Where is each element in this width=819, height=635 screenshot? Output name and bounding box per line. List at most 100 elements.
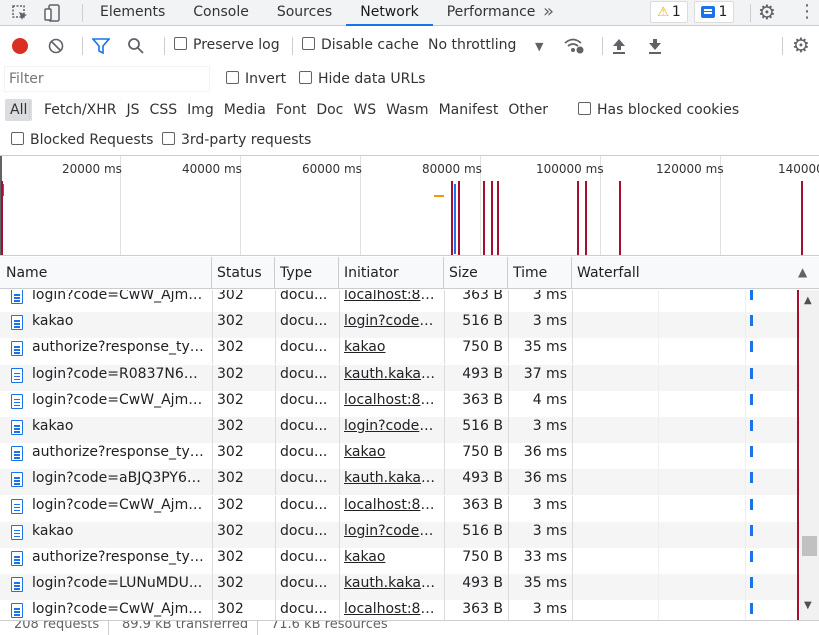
search-icon[interactable] (127, 37, 145, 55)
settings-gear-icon[interactable]: ⚙ (758, 2, 776, 22)
table-row[interactable]: kakao 302 docu... login?code=... 516 B 3 ms (0, 417, 800, 443)
column-divider (444, 290, 445, 312)
type-filter-fetch-xhr[interactable]: Fetch/XHR (39, 99, 122, 121)
has-blocked-cookies-checkbox[interactable]: Has blocked cookies (578, 102, 739, 118)
hide-data-urls-check[interactable] (299, 71, 312, 84)
request-initiator[interactable]: kauth.kakao.... (344, 574, 438, 600)
request-initiator[interactable]: localhost:80... (344, 290, 438, 312)
disable-cache-checkbox[interactable]: Disable cache (302, 37, 419, 53)
export-har-icon[interactable] (648, 38, 662, 54)
table-row[interactable]: kakao 302 docu... login?code=... 516 B 3 ms (0, 312, 800, 339)
preserve-log-check[interactable] (174, 37, 187, 50)
issues-badge[interactable]: 1 (694, 1, 734, 23)
tab-console[interactable]: Console (179, 0, 263, 26)
overview-load-marker (451, 181, 453, 255)
col-name-header[interactable]: Name (0, 257, 212, 288)
invert-checkbox[interactable]: Invert (226, 71, 286, 87)
filter-input[interactable] (4, 66, 210, 92)
request-initiator[interactable]: login?code=... (344, 312, 438, 338)
request-size: 493 B (462, 365, 503, 382)
inspect-element-icon[interactable] (10, 4, 30, 22)
has-blocked-cookies-check[interactable] (578, 102, 591, 115)
record-button[interactable] (12, 38, 28, 54)
column-divider (508, 312, 509, 339)
type-filter-manifest[interactable]: Manifest (434, 99, 504, 121)
invert-check[interactable] (226, 71, 239, 84)
request-initiator[interactable]: login?code=... (344, 522, 438, 548)
device-toolbar-icon[interactable] (44, 4, 64, 22)
preserve-log-checkbox[interactable]: Preserve log (174, 37, 280, 53)
type-filter-font[interactable]: Font (271, 99, 311, 121)
document-icon (11, 420, 23, 435)
request-initiator[interactable]: kakao (344, 548, 438, 574)
request-name: authorize?response_typ... (32, 339, 204, 356)
table-row[interactable]: kakao 302 docu... login?code=... 516 B 3 ms (0, 521, 800, 548)
requests-scrollbar[interactable]: ▲ ▼ (800, 290, 819, 620)
table-row[interactable]: login?code=aBJQ3PY6H... 302 docu... kauth.k… (0, 469, 800, 496)
third-party-requests-checkbox[interactable]: 3rd-party requests (162, 132, 311, 148)
request-initiator[interactable]: localhost:80... (344, 600, 438, 620)
table-row[interactable]: login?code=CwW_Ajmq... 302 docu... localhos… (0, 290, 800, 312)
col-status-header[interactable]: Status (212, 257, 275, 288)
request-initiator[interactable]: kauth.kakao.... (344, 469, 438, 495)
tab-network[interactable]: Network (346, 0, 433, 26)
table-row[interactable]: login?code=R0837N6Q... 302 docu... kauth.ka… (0, 364, 800, 391)
request-initiator[interactable]: localhost:80... (344, 391, 438, 417)
type-filter-css[interactable]: CSS (145, 99, 183, 121)
scroll-up-arrow[interactable]: ▲ (804, 295, 812, 306)
overview-load-marker (497, 181, 499, 255)
more-options-icon[interactable]: ⋮ (798, 2, 816, 22)
request-initiator[interactable]: localhost:80... (344, 496, 438, 522)
filter-funnel-icon[interactable] (91, 38, 111, 55)
document-icon (11, 367, 23, 383)
third-party-requests-check[interactable] (162, 132, 175, 145)
request-initiator[interactable]: kakao (344, 443, 438, 469)
request-initiator[interactable]: kauth.kakao.... (344, 365, 438, 391)
table-row[interactable]: authorize?response_typ... 302 docu... kakao… (0, 443, 800, 470)
sort-ascending-icon[interactable]: ▲ (798, 265, 807, 279)
throttling-select[interactable]: No throttling (428, 37, 516, 53)
scroll-down-arrow[interactable]: ▼ (804, 600, 812, 611)
blocked-requests-checkbox[interactable]: Blocked Requests (11, 132, 153, 148)
table-row[interactable]: authorize?response_typ... 302 docu... kakao… (0, 338, 800, 365)
request-size: 516 B (462, 313, 503, 330)
col-initiator-label: Initiator (344, 265, 399, 281)
hide-data-urls-checkbox[interactable]: Hide data URLs (299, 71, 425, 87)
tab-sources[interactable]: Sources (263, 0, 346, 26)
type-filter-wasm[interactable]: Wasm (381, 99, 433, 121)
blocked-requests-check[interactable] (11, 132, 24, 145)
tab-elements[interactable]: Elements (86, 0, 179, 26)
type-filter-other[interactable]: Other (503, 99, 553, 121)
waterfall-bar (750, 524, 753, 536)
warnings-badge[interactable]: ⚠ 1 (650, 1, 688, 23)
type-filter-doc[interactable]: Doc (311, 99, 348, 121)
request-status: 302 (217, 470, 244, 487)
scrollbar-thumb[interactable] (802, 536, 817, 556)
network-conditions-icon[interactable] (563, 37, 585, 55)
type-filter-media[interactable]: Media (219, 99, 271, 121)
more-tabs-button[interactable]: » (543, 1, 554, 22)
col-time-header[interactable]: Time (508, 257, 572, 288)
network-settings-gear-icon[interactable]: ⚙ (792, 34, 810, 56)
chevron-down-icon[interactable]: ▼ (535, 40, 543, 53)
request-name: login?code=R0837N6Q... (32, 365, 204, 382)
type-filter-ws[interactable]: WS (348, 99, 381, 121)
request-initiator[interactable]: login?code=... (344, 417, 438, 443)
table-row[interactable]: login?code=CwW_Ajmq... 302 docu... localhos… (0, 390, 800, 417)
tab-performance[interactable]: Performance (433, 0, 550, 26)
clear-icon[interactable] (48, 38, 64, 54)
import-har-icon[interactable] (612, 38, 626, 54)
disable-cache-check[interactable] (302, 37, 315, 50)
type-filter-js[interactable]: JS (122, 99, 145, 121)
col-type-header[interactable]: Type (275, 257, 339, 288)
type-filter-img[interactable]: Img (182, 99, 219, 121)
table-row[interactable]: login?code=CwW_Ajmq... 302 docu... localhos… (0, 600, 800, 620)
col-waterfall-header[interactable]: Waterfall (572, 257, 819, 288)
col-size-header[interactable]: Size (444, 257, 508, 288)
network-overview[interactable]: 20000 ms 40000 ms 60000 ms 80000 ms 1000… (0, 155, 819, 256)
request-initiator[interactable]: kakao (344, 338, 438, 364)
table-row[interactable]: authorize?response_typ... 302 docu... kakao… (0, 548, 800, 574)
table-row[interactable]: login?code=LUNuMDU... 302 docu... kauth.kak… (0, 574, 800, 601)
col-initiator-header[interactable]: Initiator (339, 257, 444, 288)
table-row[interactable]: login?code=CwW_Ajmq... 302 docu... localhos… (0, 495, 800, 522)
